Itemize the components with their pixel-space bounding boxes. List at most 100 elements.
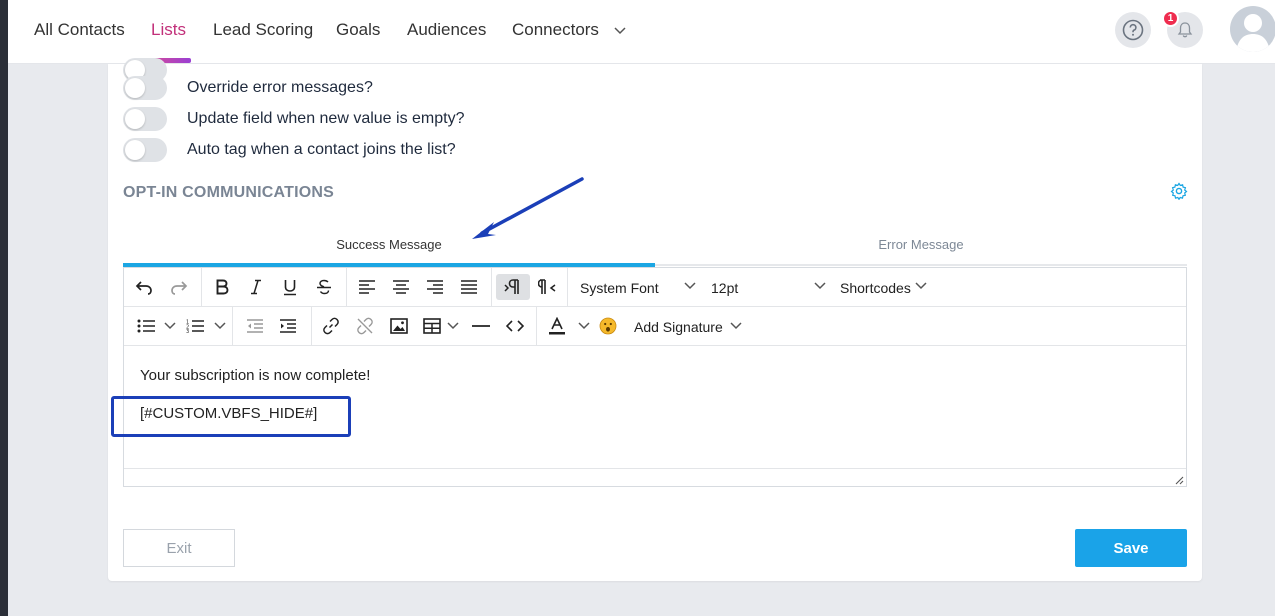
font-family-select[interactable]: System Font (580, 280, 659, 296)
ltr-paragraph-icon (504, 279, 519, 294)
chevron-down-icon[interactable] (684, 282, 696, 290)
toolbar-divider (346, 268, 347, 307)
nav-audiences[interactable]: Audiences (407, 20, 486, 40)
text-color-button[interactable] (543, 313, 571, 339)
numbered-list-button[interactable]: 123 (181, 313, 209, 339)
align-left-icon (359, 280, 375, 294)
chevron-down-icon[interactable] (214, 322, 226, 330)
bold-button[interactable] (208, 274, 236, 300)
rich-text-editor: System Font 12pt Shortcodes 123 Add Sign… (123, 267, 1187, 487)
horizontal-rule-icon (472, 325, 490, 327)
decrease-indent-button[interactable] (241, 313, 269, 339)
chevron-down-icon[interactable] (447, 322, 459, 330)
annotation-arrow-icon (472, 177, 584, 239)
rtl-paragraph-icon (538, 279, 556, 294)
resize-handle-icon[interactable] (1174, 475, 1184, 485)
rtl-direction-button[interactable] (533, 274, 561, 300)
editor-toolbar-row-2: 123 Add Signature (124, 307, 1186, 346)
numbered-list-icon: 123 (186, 320, 204, 333)
font-size-select[interactable]: 12pt (711, 280, 738, 296)
nav-connectors[interactable]: Connectors (512, 20, 626, 40)
toolbar-divider (567, 268, 568, 307)
annotation-highlight-box (111, 396, 351, 437)
top-navigation: All Contacts Lists Lead Scoring Goals Au… (8, 0, 1275, 64)
insert-image-button[interactable] (385, 313, 413, 339)
ltr-direction-button[interactable] (496, 274, 530, 300)
undo-button[interactable] (130, 274, 158, 300)
align-center-icon (393, 280, 409, 294)
nav-goals[interactable]: Goals (336, 20, 380, 40)
indent-icon (280, 319, 296, 333)
toggle-row-auto-tag: Auto tag when a contact joins the list? (123, 137, 456, 163)
shortcodes-dropdown[interactable]: Shortcodes (840, 280, 911, 296)
toolbar-divider (491, 268, 492, 307)
chevron-down-icon (614, 26, 626, 34)
bell-icon (1177, 22, 1193, 38)
source-code-button[interactable] (501, 313, 529, 339)
help-button[interactable] (1115, 12, 1151, 48)
redo-button[interactable] (165, 274, 193, 300)
update-empty-toggle[interactable] (123, 107, 167, 131)
align-left-button[interactable] (353, 274, 381, 300)
underline-icon (284, 279, 296, 295)
override-errors-toggle[interactable] (123, 76, 167, 100)
image-icon (390, 318, 408, 334)
align-right-button[interactable] (421, 274, 449, 300)
notification-badge: 1 (1162, 10, 1179, 27)
toggle-label: Override error messages? (187, 79, 373, 96)
align-right-icon (427, 280, 443, 294)
align-center-button[interactable] (387, 274, 415, 300)
nav-lists[interactable]: Lists (151, 20, 186, 40)
list-settings-card: Override error messages? Update field wh… (108, 58, 1202, 581)
toolbar-divider (311, 307, 312, 346)
remove-link-button[interactable] (351, 313, 379, 339)
exit-button[interactable]: Exit (123, 529, 235, 567)
gear-icon[interactable] (1170, 182, 1188, 200)
chevron-down-icon[interactable] (915, 282, 927, 290)
nav-all-contacts[interactable]: All Contacts (34, 20, 125, 40)
editor-toolbar-row-1: System Font 12pt Shortcodes (124, 268, 1186, 307)
auto-tag-toggle[interactable] (123, 138, 167, 162)
chevron-down-icon[interactable] (730, 322, 742, 330)
save-button[interactable]: Save (1075, 529, 1187, 567)
code-icon (506, 320, 524, 332)
editor-status-bar (124, 468, 1186, 486)
strikethrough-icon (317, 279, 331, 295)
table-icon (423, 318, 441, 334)
increase-indent-button[interactable] (274, 313, 302, 339)
bullet-list-button[interactable] (132, 313, 160, 339)
nav-connectors-label: Connectors (512, 20, 599, 39)
align-justify-icon (461, 280, 477, 294)
horizontal-line-button[interactable] (467, 313, 495, 339)
chevron-down-icon[interactable] (578, 322, 590, 330)
help-icon (1122, 19, 1144, 41)
nav-lead-scoring[interactable]: Lead Scoring (213, 20, 313, 40)
text-color-icon (549, 317, 565, 335)
redo-icon (171, 281, 188, 295)
toggle-label: Auto tag when a contact joins the list? (187, 141, 456, 158)
underline-button[interactable] (276, 274, 304, 300)
chevron-down-icon[interactable] (164, 322, 176, 330)
unlink-icon (357, 317, 373, 335)
content-paragraph: Your subscription is now complete! (140, 367, 371, 384)
insert-table-button[interactable] (418, 313, 446, 339)
user-silhouette-icon (1236, 14, 1270, 52)
toolbar-divider (232, 307, 233, 346)
align-justify-button[interactable] (455, 274, 483, 300)
toggle-row-update-empty: Update field when new value is empty? (123, 106, 465, 132)
strikethrough-button[interactable] (310, 274, 338, 300)
left-edge-strip (0, 0, 8, 616)
italic-button[interactable] (242, 274, 270, 300)
user-avatar[interactable] (1230, 6, 1275, 52)
toggle-row-override-errors: Override error messages? (123, 75, 373, 101)
add-signature-dropdown[interactable]: Add Signature (634, 319, 723, 335)
emoji-button[interactable] (594, 313, 622, 339)
svg-text:3: 3 (186, 329, 189, 333)
chevron-down-icon[interactable] (814, 282, 826, 290)
insert-link-button[interactable] (317, 313, 345, 339)
toolbar-divider (201, 268, 202, 307)
outdent-icon (247, 319, 263, 333)
section-title: OPT-IN COMMUNICATIONS (123, 184, 335, 201)
tab-error-message[interactable]: Error Message (655, 237, 1187, 252)
emoji-icon (599, 317, 617, 335)
